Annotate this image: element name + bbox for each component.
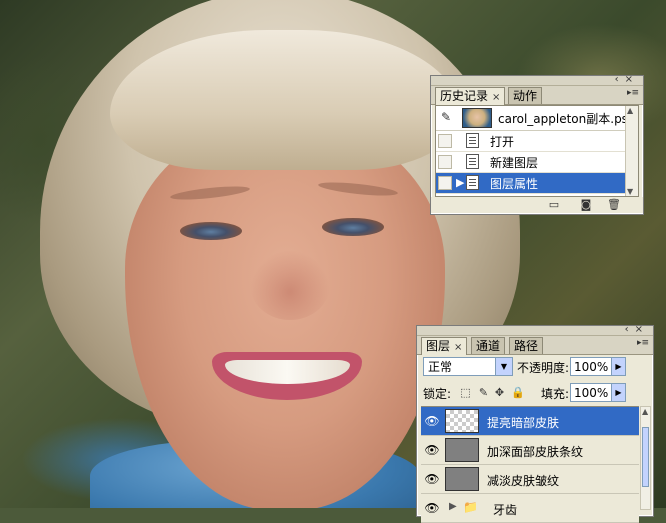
- scroll-up-icon[interactable]: ▲: [627, 106, 633, 115]
- scroll-up-icon[interactable]: ▲: [642, 407, 648, 416]
- close-panel-icon[interactable]: ×: [635, 324, 649, 335]
- eye-visibility-icon[interactable]: 👁: [424, 443, 440, 457]
- opacity-field[interactable]: 100% ▶: [570, 357, 626, 376]
- tab-channels[interactable]: 通道: [471, 337, 506, 354]
- lock-all-icon[interactable]: 🔒: [511, 386, 525, 399]
- layer-row[interactable]: 👁 加深面部皮肤条纹: [421, 436, 639, 465]
- scroll-thumb[interactable]: [642, 427, 649, 487]
- history-brush-source-icon[interactable]: ✎: [439, 110, 453, 124]
- opacity-value: 100%: [574, 360, 609, 374]
- layer-name[interactable]: 加深面部皮肤条纹: [487, 443, 583, 460]
- nose-area: [250, 250, 330, 320]
- history-state[interactable]: ▶ 图层属性: [436, 173, 638, 194]
- tab-layers[interactable]: 图层 ×: [421, 337, 468, 355]
- layer-row[interactable]: 👁 提亮暗部皮肤: [421, 407, 639, 436]
- panel-menu-icon[interactable]: ▸≡: [637, 338, 649, 348]
- new-document-from-state-icon[interactable]: ▭: [547, 199, 561, 211]
- tab-paths[interactable]: 路径: [509, 337, 544, 354]
- lock-position-icon[interactable]: ✥: [493, 386, 506, 399]
- layers-scrollbar[interactable]: ▲: [640, 406, 651, 510]
- chevron-down-icon[interactable]: ▼: [495, 358, 512, 375]
- opacity-slider-icon[interactable]: ▶: [611, 358, 625, 375]
- close-tab-icon[interactable]: ×: [454, 342, 462, 353]
- left-eye: [180, 222, 242, 240]
- history-scrollbar[interactable]: ▲ ▼: [625, 106, 638, 196]
- layer-name[interactable]: 牙齿: [493, 501, 517, 518]
- document-icon: [466, 133, 479, 148]
- history-list: ✎ carol_appleton副本.psd 打开 新建图层 ▶ 图层属性 ▲ …: [435, 105, 639, 197]
- layer-name[interactable]: 提亮暗部皮肤: [487, 414, 559, 431]
- panel-drag-bar[interactable]: ‹×: [431, 74, 643, 86]
- history-brush-checkbox[interactable]: [438, 155, 452, 169]
- layer-thumbnail: [445, 467, 479, 491]
- history-tabstrip: 历史记录 × 动作 ▸≡: [431, 86, 643, 105]
- tab-label: 通道: [476, 339, 501, 353]
- fill-label: 填充:: [541, 387, 570, 401]
- layer-thumbnail: [445, 438, 479, 462]
- layer-thumbnail: [445, 409, 479, 433]
- blend-mode-value: 正常: [428, 360, 453, 374]
- tab-label: 路径: [514, 339, 539, 353]
- tab-actions[interactable]: 动作: [508, 87, 543, 104]
- document-icon: [466, 154, 479, 169]
- tab-history[interactable]: 历史记录 ×: [435, 87, 506, 105]
- blend-mode-select[interactable]: 正常 ▼: [423, 357, 513, 376]
- window-controls: ‹×: [625, 324, 649, 335]
- history-brush-checkbox[interactable]: [438, 134, 452, 148]
- layers-tabstrip: 图层 × 通道 路径 ▸≡: [417, 336, 653, 355]
- state-slider-icon[interactable]: ▶: [456, 176, 464, 189]
- minimize-icon[interactable]: ‹: [615, 74, 625, 85]
- delete-state-icon[interactable]: 🗑: [607, 199, 621, 211]
- panel-menu-icon[interactable]: ▸≡: [627, 88, 639, 98]
- eye-visibility-icon[interactable]: 👁: [424, 414, 440, 428]
- history-state[interactable]: 新建图层: [436, 152, 638, 173]
- close-panel-icon[interactable]: ×: [625, 74, 639, 85]
- lock-transparency-icon[interactable]: ⬚: [459, 386, 472, 399]
- fill-field[interactable]: 100% ▶: [570, 383, 626, 402]
- tab-label: 历史记录: [440, 89, 489, 103]
- history-panel: ‹× 历史记录 × 动作 ▸≡ ✎ carol_appleton副本.psd 打开…: [430, 74, 644, 215]
- lock-label: 锁定:: [423, 387, 452, 401]
- panel-drag-bar[interactable]: ‹×: [417, 324, 653, 336]
- eye-visibility-icon[interactable]: 👁: [424, 472, 440, 486]
- new-snapshot-icon[interactable]: ◙: [579, 199, 593, 211]
- layers-panel: ‹× 图层 × 通道 路径 ▸≡ 正常 ▼ 不透明度: 100% ▶ 锁定: ⬚ …: [416, 324, 654, 523]
- snapshot-thumbnail: [462, 108, 492, 128]
- blend-opacity-row: 正常 ▼ 不透明度: 100% ▶: [421, 356, 649, 378]
- minimize-icon[interactable]: ‹: [625, 324, 635, 335]
- tab-label: 动作: [513, 89, 538, 103]
- state-label: 新建图层: [490, 156, 539, 170]
- layers-list: 👁 提亮暗部皮肤 👁 加深面部皮肤条纹 👁 减淡皮肤皱纹 👁 ▶ 📁 牙齿: [421, 406, 639, 523]
- state-label: 打开: [490, 135, 515, 149]
- fill-slider-icon[interactable]: ▶: [611, 384, 625, 401]
- history-snapshot[interactable]: ✎ carol_appleton副本.psd: [436, 106, 638, 131]
- window-controls: ‹×: [615, 74, 639, 85]
- document-icon: [466, 175, 479, 190]
- fill-value: 100%: [574, 386, 609, 400]
- opacity-label: 不透明度:: [517, 361, 570, 375]
- folder-icon: 📁: [463, 500, 478, 514]
- layer-name[interactable]: 减淡皮肤皱纹: [487, 472, 559, 489]
- lock-image-icon[interactable]: ✎: [477, 386, 490, 399]
- history-brush-checkbox[interactable]: [438, 176, 452, 190]
- history-state[interactable]: 打开: [436, 131, 638, 152]
- history-footer: ▭ ◙ 🗑: [431, 197, 643, 213]
- snapshot-label: carol_appleton副本.psd: [498, 112, 636, 126]
- scroll-down-icon[interactable]: ▼: [627, 187, 633, 196]
- bangs-area: [110, 30, 460, 170]
- layer-group-row[interactable]: 👁 ▶ 📁 牙齿: [421, 494, 639, 523]
- layer-row[interactable]: 👁 减淡皮肤皱纹: [421, 465, 639, 494]
- eye-visibility-icon[interactable]: 👁: [424, 501, 440, 515]
- state-label: 图层属性: [490, 177, 539, 191]
- tab-label: 图层: [426, 339, 451, 353]
- close-tab-icon[interactable]: ×: [492, 92, 500, 103]
- lock-fill-row: 锁定: ⬚ ✎ ✥ 🔒 填充: 100% ▶: [421, 382, 649, 404]
- right-eye: [322, 218, 384, 236]
- expand-triangle-icon[interactable]: ▶: [449, 501, 457, 512]
